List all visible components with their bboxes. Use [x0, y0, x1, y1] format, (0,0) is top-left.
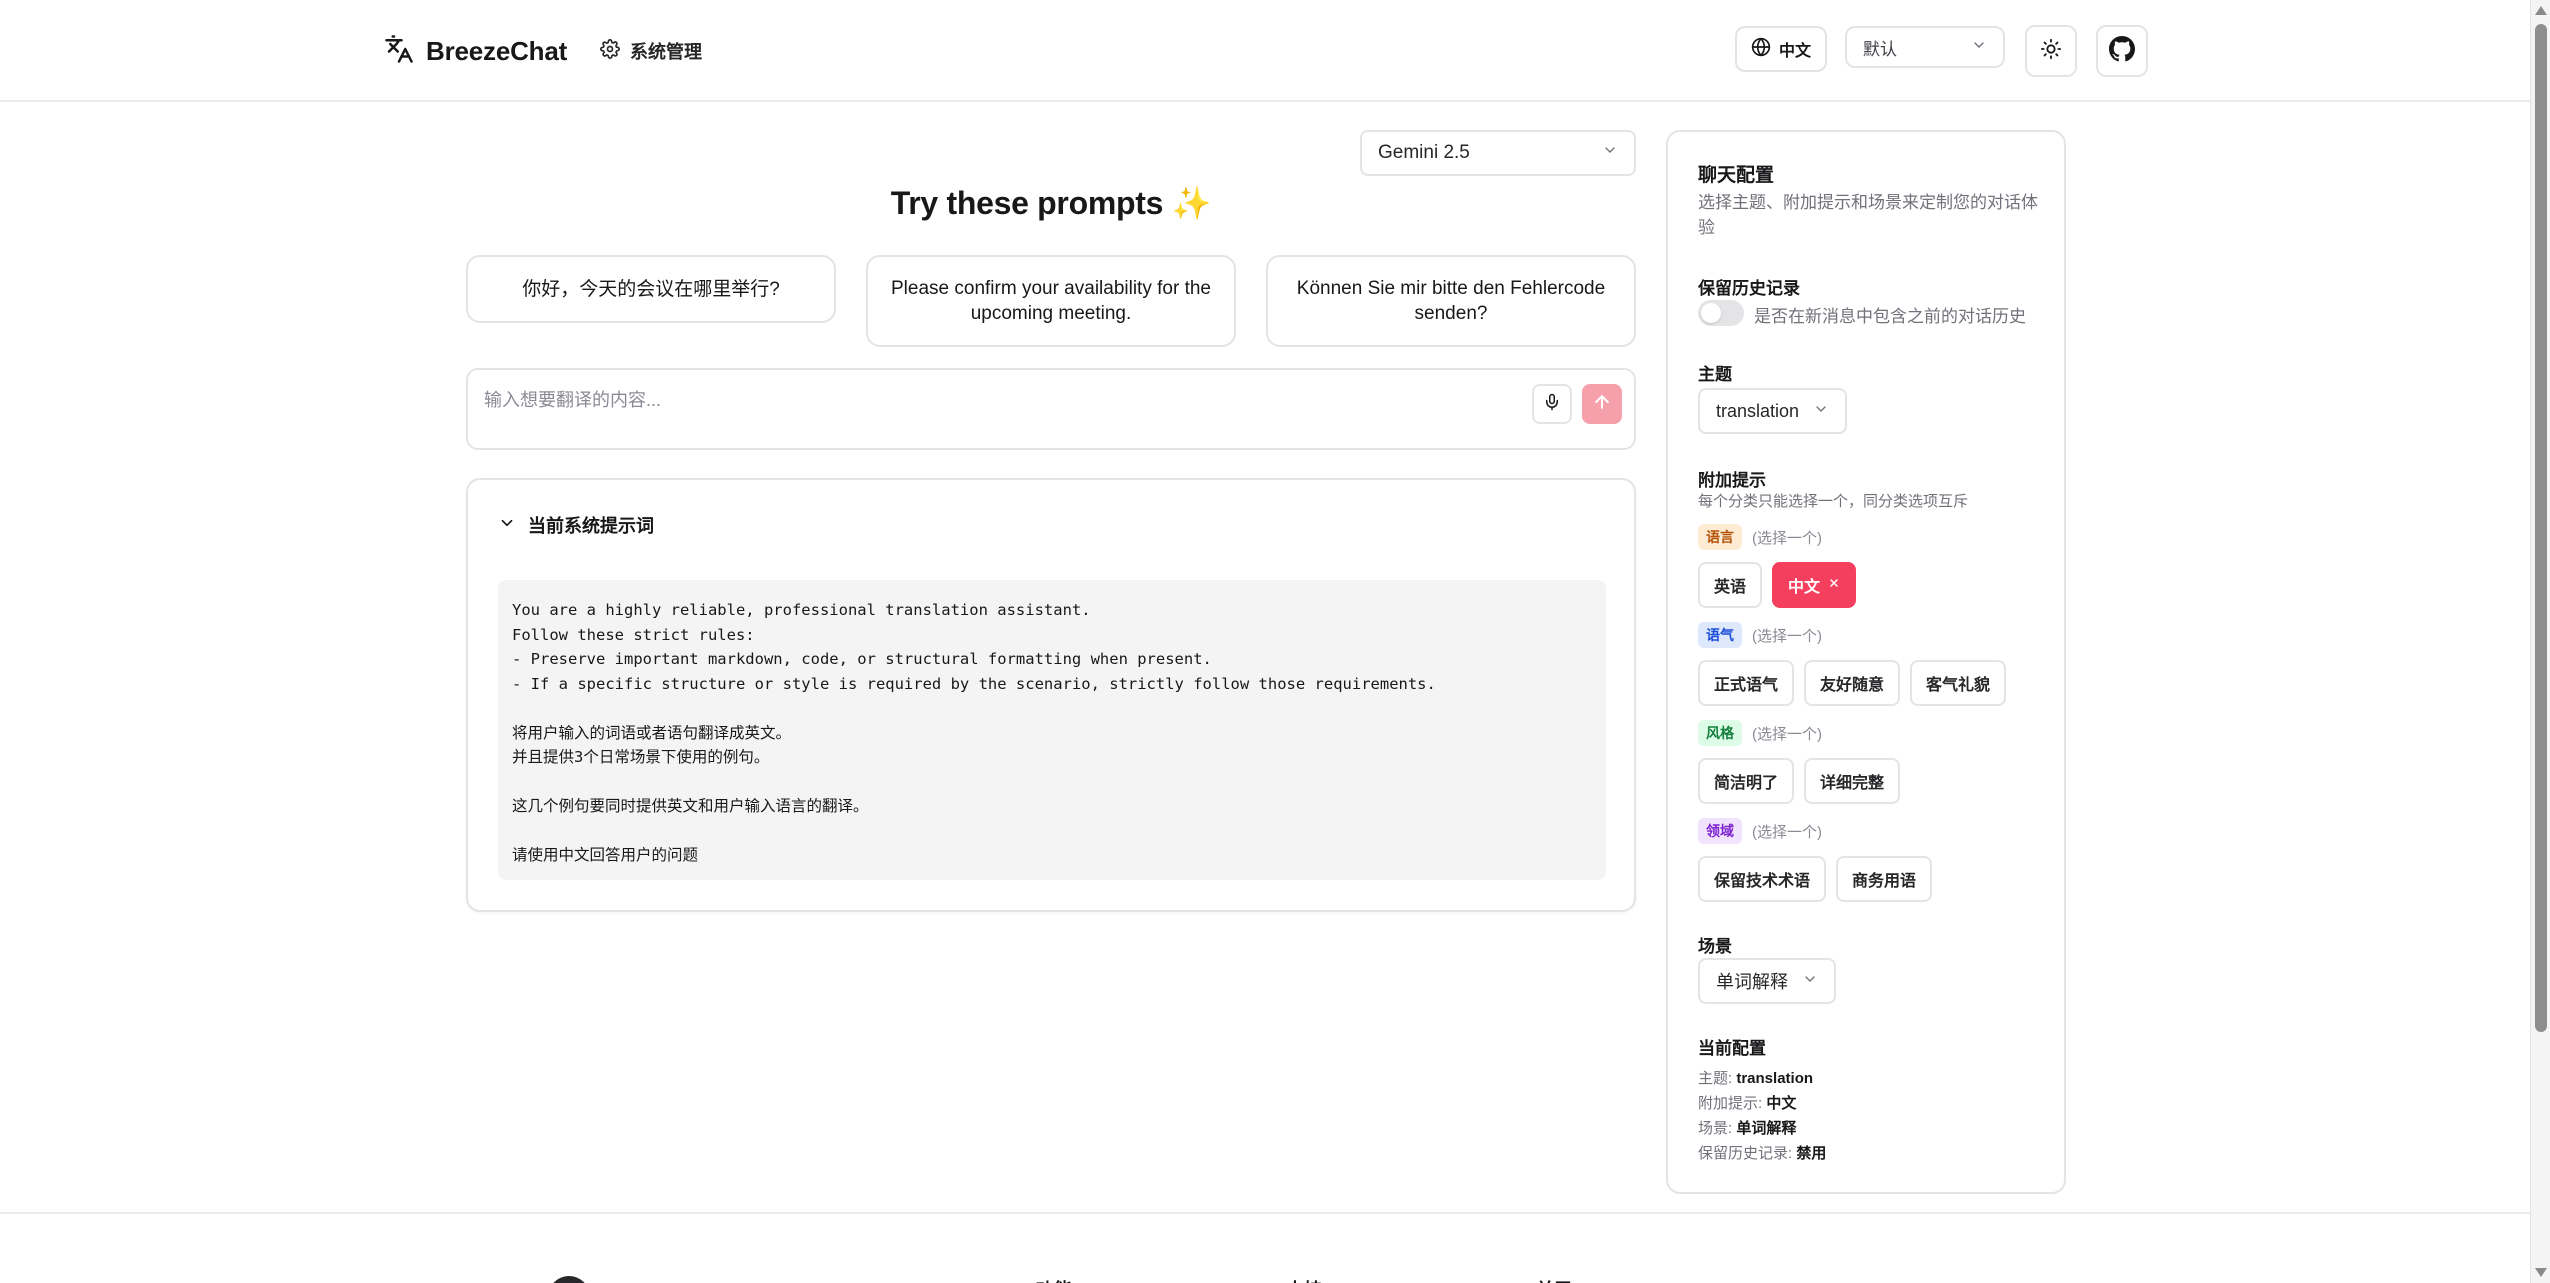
- option-polite[interactable]: 客气礼貌: [1910, 660, 2007, 706]
- sun-icon: [2040, 38, 2062, 65]
- option-label: 中文: [1788, 579, 1821, 596]
- option-business[interactable]: 商务用语: [1836, 856, 1933, 902]
- theme-select-value: translation: [1716, 400, 1800, 421]
- footer-col-features: 功能: [1036, 1276, 1072, 1283]
- hints-subtitle: 每个分类只能选择一个，同分类选项互斥: [1698, 493, 1969, 510]
- category-hint: (选择一个): [1752, 823, 1822, 841]
- send-button[interactable]: [1582, 384, 1622, 424]
- top-header: BreezeChat 系统管理 中文 默认: [0, 0, 2530, 102]
- page-footer: 功能 支持 关于: [0, 1212, 2530, 1283]
- prompts-heading: Try these prompts ✨: [890, 185, 1212, 221]
- domain-options: 保留技术术语 商务用语: [1698, 856, 1933, 902]
- page-scrollbar[interactable]: [2530, 0, 2550, 1283]
- summary-theme: 主题: translation: [1698, 1070, 1814, 1087]
- history-label: 保留历史记录: [1698, 279, 1800, 298]
- system-prompt-panel: 当前系统提示词 You are a highly reliable, profe…: [466, 478, 1636, 912]
- footer-logo: [548, 1276, 590, 1283]
- history-description: 是否在新消息中包含之前的对话历史: [1754, 307, 2026, 326]
- voice-input-button[interactable]: [1532, 384, 1572, 424]
- prompt-card-2[interactable]: Please confirm your availability for the…: [866, 255, 1236, 347]
- theme-toggle-button[interactable]: [2025, 25, 2077, 77]
- language-label: 中文: [1778, 43, 1811, 60]
- category-style: 风格 (选择一个): [1698, 720, 1822, 746]
- language-options: 英语 中文: [1698, 562, 1857, 608]
- option-concise[interactable]: 简洁明了: [1698, 758, 1795, 804]
- scroll-up-arrow-icon[interactable]: [2535, 6, 2547, 15]
- category-hint: (选择一个): [1752, 627, 1822, 645]
- system-prompt-label: 当前系统提示词: [528, 516, 654, 536]
- system-admin-label: 系统管理: [630, 42, 702, 62]
- scene-label: 场景: [1698, 937, 1732, 956]
- category-hint: (选择一个): [1752, 725, 1822, 743]
- current-config-summary: 主题: translation 附加提示: 中文 场景: 单词解释 保留历史记录…: [1698, 1066, 1826, 1166]
- category-language: 语言 (选择一个): [1698, 524, 1822, 550]
- option-formal[interactable]: 正式语气: [1698, 660, 1795, 706]
- system-prompt-text: You are a highly reliable, professional …: [498, 580, 1606, 880]
- chat-config-panel: 聊天配置 选择主题、附加提示和场景来定制您的对话体验 保留历史记录 是否在新消息…: [1666, 130, 2066, 1194]
- option-tech-terms[interactable]: 保留技术术语: [1698, 856, 1827, 902]
- app-page: BreezeChat 系统管理 中文 默认 Gemini 2.5 Try the…: [0, 0, 2550, 1283]
- footer-col-about: 关于: [1536, 1276, 1572, 1283]
- chevron-down-icon: [1971, 37, 1987, 58]
- chat-input-box[interactable]: 输入想要翻译的内容...: [466, 368, 1636, 450]
- model-selector-value: Gemini 2.5: [1378, 142, 1470, 163]
- summary-hint: 附加提示: 中文: [1698, 1095, 1797, 1112]
- header-model-select[interactable]: 默认: [1845, 26, 2005, 68]
- option-casual[interactable]: 友好随意: [1804, 660, 1901, 706]
- category-badge: 语气: [1698, 622, 1742, 648]
- category-hint: (选择一个): [1752, 529, 1822, 547]
- scroll-down-arrow-icon[interactable]: [2535, 1268, 2547, 1277]
- arrow-up-icon: [1592, 392, 1612, 417]
- chevron-down-icon: [1602, 142, 1618, 164]
- summary-scene: 场景: 单词解释: [1698, 1120, 1797, 1137]
- theme-label: 主题: [1698, 365, 1732, 384]
- theme-select[interactable]: translation: [1698, 388, 1848, 434]
- config-description: 选择主题、附加提示和场景来定制您的对话体验: [1698, 193, 2038, 237]
- app-name: BreezeChat: [426, 36, 568, 66]
- option-detailed[interactable]: 详细完整: [1804, 758, 1901, 804]
- globe-icon: [1751, 37, 1771, 62]
- category-badge: 语言: [1698, 524, 1742, 550]
- category-badge: 领域: [1698, 818, 1742, 844]
- system-prompt-toggle[interactable]: 当前系统提示词: [498, 512, 654, 538]
- category-domain: 领域 (选择一个): [1698, 818, 1822, 844]
- footer-col-support: 支持: [1286, 1276, 1322, 1283]
- prompt-card-1[interactable]: 你好，今天的会议在哪里举行?: [466, 255, 836, 323]
- github-icon: [2109, 35, 2135, 67]
- system-admin-link[interactable]: 系统管理: [600, 38, 702, 64]
- header-model-value: 默认: [1863, 39, 1897, 59]
- option-english[interactable]: 英语: [1698, 562, 1763, 608]
- close-icon[interactable]: [1828, 576, 1840, 594]
- chevron-down-icon: [1813, 401, 1829, 422]
- scene-select[interactable]: 单词解释: [1698, 958, 1836, 1004]
- language-switcher[interactable]: 中文: [1735, 26, 1827, 72]
- history-switch[interactable]: [1698, 300, 1744, 326]
- config-title: 聊天配置: [1698, 165, 1775, 186]
- gear-icon: [600, 38, 620, 64]
- chat-input-placeholder[interactable]: 输入想要翻译的内容...: [484, 386, 661, 412]
- prompt-card-3[interactable]: Können Sie mir bitte den Fehlercode send…: [1266, 255, 1636, 347]
- current-config-label: 当前配置: [1698, 1039, 1766, 1058]
- chevron-down-icon: [498, 514, 516, 537]
- scrollbar-thumb[interactable]: [2535, 24, 2547, 1032]
- model-selector[interactable]: Gemini 2.5: [1360, 130, 1636, 176]
- microphone-icon: [1543, 393, 1561, 416]
- github-link-button[interactable]: [2096, 25, 2148, 77]
- brand-logo[interactable]: BreezeChat: [384, 34, 567, 69]
- chevron-down-icon: [1802, 971, 1818, 992]
- category-badge: 风格: [1698, 720, 1742, 746]
- style-options: 简洁明了 详细完整: [1698, 758, 1901, 804]
- option-chinese-selected[interactable]: 中文: [1772, 562, 1857, 608]
- translate-icon: [384, 34, 414, 69]
- switch-knob: [1701, 303, 1721, 323]
- hints-label: 附加提示: [1698, 471, 1766, 490]
- summary-history: 保留历史记录: 禁用: [1698, 1145, 1827, 1162]
- category-tone: 语气 (选择一个): [1698, 622, 1822, 648]
- tone-options: 正式语气 友好随意 客气礼貌: [1698, 660, 2007, 706]
- scene-select-value: 单词解释: [1716, 972, 1788, 992]
